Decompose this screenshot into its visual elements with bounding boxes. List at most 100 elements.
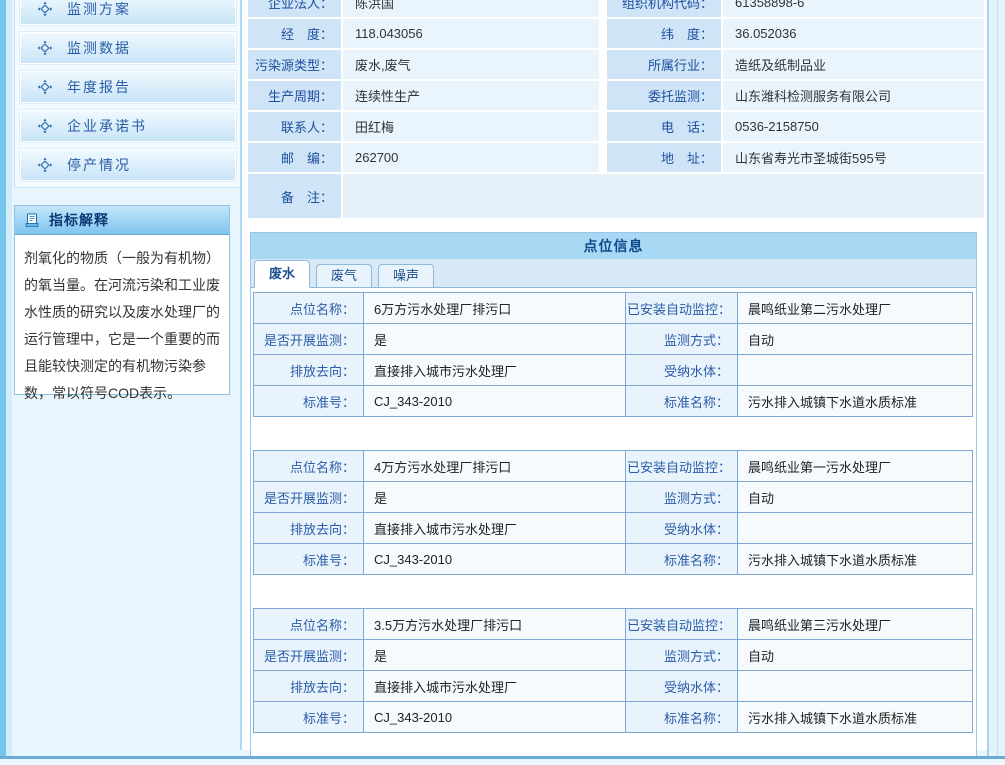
field-label: 点位名称： bbox=[254, 293, 364, 324]
field-value: 田红梅 bbox=[343, 112, 599, 141]
table-row-remark: 备 注： bbox=[248, 174, 984, 218]
column-spacer bbox=[601, 143, 605, 172]
field-value: 6万方污水处理厂排污口 bbox=[364, 293, 626, 324]
sidebar-item-shutdown-status[interactable]: 停产情况 bbox=[20, 149, 236, 181]
remark-label: 备 注： bbox=[248, 174, 341, 218]
table-row: 联系人： 田红梅 电 话： 0536-2158750 bbox=[248, 112, 984, 141]
table-row: 点位名称： 3.5万方污水处理厂排污口 已安装自动监控： 晨鸣纸业第三污水处理厂 bbox=[254, 609, 973, 640]
field-value: 自动 bbox=[738, 640, 973, 671]
field-label: 标准名称： bbox=[626, 544, 738, 575]
table-row: 是否开展监测： 是 监测方式： 自动 bbox=[254, 324, 973, 355]
field-label: 污染源类型： bbox=[248, 50, 341, 79]
field-label: 已安装自动监控： bbox=[626, 451, 738, 482]
point-table: 点位名称： 3.5万方污水处理厂排污口 已安装自动监控： 晨鸣纸业第三污水处理厂… bbox=[253, 608, 973, 733]
field-value: 晨鸣纸业第三污水处理厂 bbox=[738, 609, 973, 640]
field-value: CJ_343-2010 bbox=[364, 702, 626, 733]
sidebar-item-annual-report[interactable]: 年度报告 bbox=[20, 71, 236, 103]
sidebar-item-commitment[interactable]: 企业承诺书 bbox=[20, 110, 236, 142]
document-icon bbox=[25, 213, 41, 228]
table-row: 污染源类型： 废水,废气 所属行业： 造纸及纸制品业 bbox=[248, 50, 984, 79]
field-label: 纬 度： bbox=[607, 19, 721, 48]
bottom-padding bbox=[0, 759, 1005, 765]
field-label: 标准号： bbox=[254, 544, 364, 575]
point-info-panel: 点位信息 废水 废气 噪声 点位名称： 6万方污水处理厂排污口 已安装自动监控：… bbox=[250, 232, 977, 765]
field-label: 受纳水体： bbox=[626, 671, 738, 702]
field-label: 排放去向： bbox=[254, 355, 364, 386]
field-label: 点位名称： bbox=[254, 609, 364, 640]
field-label: 委托监测： bbox=[607, 81, 721, 110]
field-value: 自动 bbox=[738, 482, 973, 513]
field-value: 61358898-6 bbox=[723, 0, 984, 17]
field-label: 是否开展监测： bbox=[254, 482, 364, 513]
field-label: 监测方式： bbox=[626, 640, 738, 671]
field-label: 经 度： bbox=[248, 19, 341, 48]
field-label: 受纳水体： bbox=[626, 513, 738, 544]
field-value: 118.043056 bbox=[343, 19, 599, 48]
tab-noise[interactable]: 噪声 bbox=[378, 264, 434, 287]
field-value: 废水,废气 bbox=[343, 50, 599, 79]
field-value: 污水排入城镇下水道水质标准 bbox=[738, 386, 973, 417]
field-value: 直接排入城市污水处理厂 bbox=[364, 355, 626, 386]
tab-waste-gas[interactable]: 废气 bbox=[316, 264, 372, 287]
table-row: 是否开展监测： 是 监测方式： 自动 bbox=[254, 482, 973, 513]
column-spacer bbox=[601, 50, 605, 79]
field-value: 是 bbox=[364, 640, 626, 671]
sidebar-item-monitor-plan[interactable]: 监测方案 bbox=[20, 0, 236, 25]
field-label: 生产周期： bbox=[248, 81, 341, 110]
right-edge-stripe bbox=[987, 0, 1005, 765]
sidebar-menu: 监测方案 监测数据 年度报告 企业承诺书 bbox=[14, 0, 242, 188]
field-label: 点位名称： bbox=[254, 451, 364, 482]
sidebar-item-label: 监测方案 bbox=[67, 0, 131, 19]
field-label: 已安装自动监控： bbox=[626, 609, 738, 640]
field-value: 262700 bbox=[343, 143, 599, 172]
table-row: 排放去向： 直接排入城市污水处理厂 受纳水体： bbox=[254, 513, 973, 544]
compass-diamond-icon bbox=[37, 40, 53, 56]
sidebar-item-label: 停产情况 bbox=[67, 155, 131, 175]
field-label: 所属行业： bbox=[607, 50, 721, 79]
field-value: CJ_343-2010 bbox=[364, 386, 626, 417]
field-value: 0536-2158750 bbox=[723, 112, 984, 141]
column-spacer bbox=[601, 112, 605, 141]
field-label: 标准号： bbox=[254, 386, 364, 417]
field-label: 监测方式： bbox=[626, 482, 738, 513]
field-value: 自动 bbox=[738, 324, 973, 355]
field-label: 受纳水体： bbox=[626, 355, 738, 386]
indicator-explanation-text: 剂氧化的物质（一般为有机物）的氧当量。在河流污染和工业废水性质的研究以及废水处理… bbox=[15, 235, 229, 417]
field-label: 电 话： bbox=[607, 112, 721, 141]
field-value bbox=[738, 671, 973, 702]
tab-wastewater[interactable]: 废水 bbox=[254, 260, 310, 288]
sidebar-item-label: 监测数据 bbox=[67, 38, 131, 58]
indicator-explanation-header: 指标解释 bbox=[15, 206, 229, 235]
field-label: 标准名称： bbox=[626, 702, 738, 733]
compass-diamond-icon bbox=[37, 1, 53, 17]
field-value: 污水排入城镇下水道水质标准 bbox=[738, 702, 973, 733]
remark-value bbox=[343, 174, 984, 218]
field-value: 污水排入城镇下水道水质标准 bbox=[738, 544, 973, 575]
field-value: 山东省寿光市圣城街595号 bbox=[723, 143, 984, 172]
indicator-explanation-title: 指标解释 bbox=[49, 210, 109, 230]
field-value: CJ_343-2010 bbox=[364, 544, 626, 575]
table-row: 标准号： CJ_343-2010 标准名称： 污水排入城镇下水道水质标准 bbox=[254, 386, 973, 417]
field-value: 山东潍科检测服务有限公司 bbox=[723, 81, 984, 110]
column-spacer bbox=[601, 81, 605, 110]
field-value: 连续性生产 bbox=[343, 81, 599, 110]
right-edge-line bbox=[997, 0, 998, 765]
field-value: 直接排入城市污水处理厂 bbox=[364, 513, 626, 544]
column-spacer bbox=[601, 0, 605, 17]
point-info-title: 点位信息 bbox=[251, 233, 976, 259]
sidebar-item-monitor-data[interactable]: 监测数据 bbox=[20, 32, 236, 64]
field-value: 是 bbox=[364, 324, 626, 355]
sidebar-item-label: 企业承诺书 bbox=[67, 116, 147, 136]
table-row: 生产周期： 连续性生产 委托监测： 山东潍科检测服务有限公司 bbox=[248, 81, 984, 110]
table-row: 经 度： 118.043056 纬 度： 36.052036 bbox=[248, 19, 984, 48]
page: 监测方案 监测数据 年度报告 企业承诺书 bbox=[0, 0, 1005, 765]
indicator-explanation-panel: 指标解释 剂氧化的物质（一般为有机物）的氧当量。在河流污染和工业废水性质的研究以… bbox=[14, 205, 230, 395]
field-value: 是 bbox=[364, 482, 626, 513]
table-row: 企业法人： 陈洪国 组织机构代码： 61358898-6 bbox=[248, 0, 984, 17]
left-accent-stripe-light bbox=[6, 0, 12, 765]
main-content: 企业法人： 陈洪国 组织机构代码： 61358898-6 经 度： 118.04… bbox=[240, 0, 991, 750]
table-row: 点位名称： 4万方污水处理厂排污口 已安装自动监控： 晨鸣纸业第一污水处理厂 bbox=[254, 451, 973, 482]
field-label: 邮 编： bbox=[248, 143, 341, 172]
point-table: 点位名称： 4万方污水处理厂排污口 已安装自动监控： 晨鸣纸业第一污水处理厂 是… bbox=[253, 450, 973, 575]
field-label: 排放去向： bbox=[254, 513, 364, 544]
